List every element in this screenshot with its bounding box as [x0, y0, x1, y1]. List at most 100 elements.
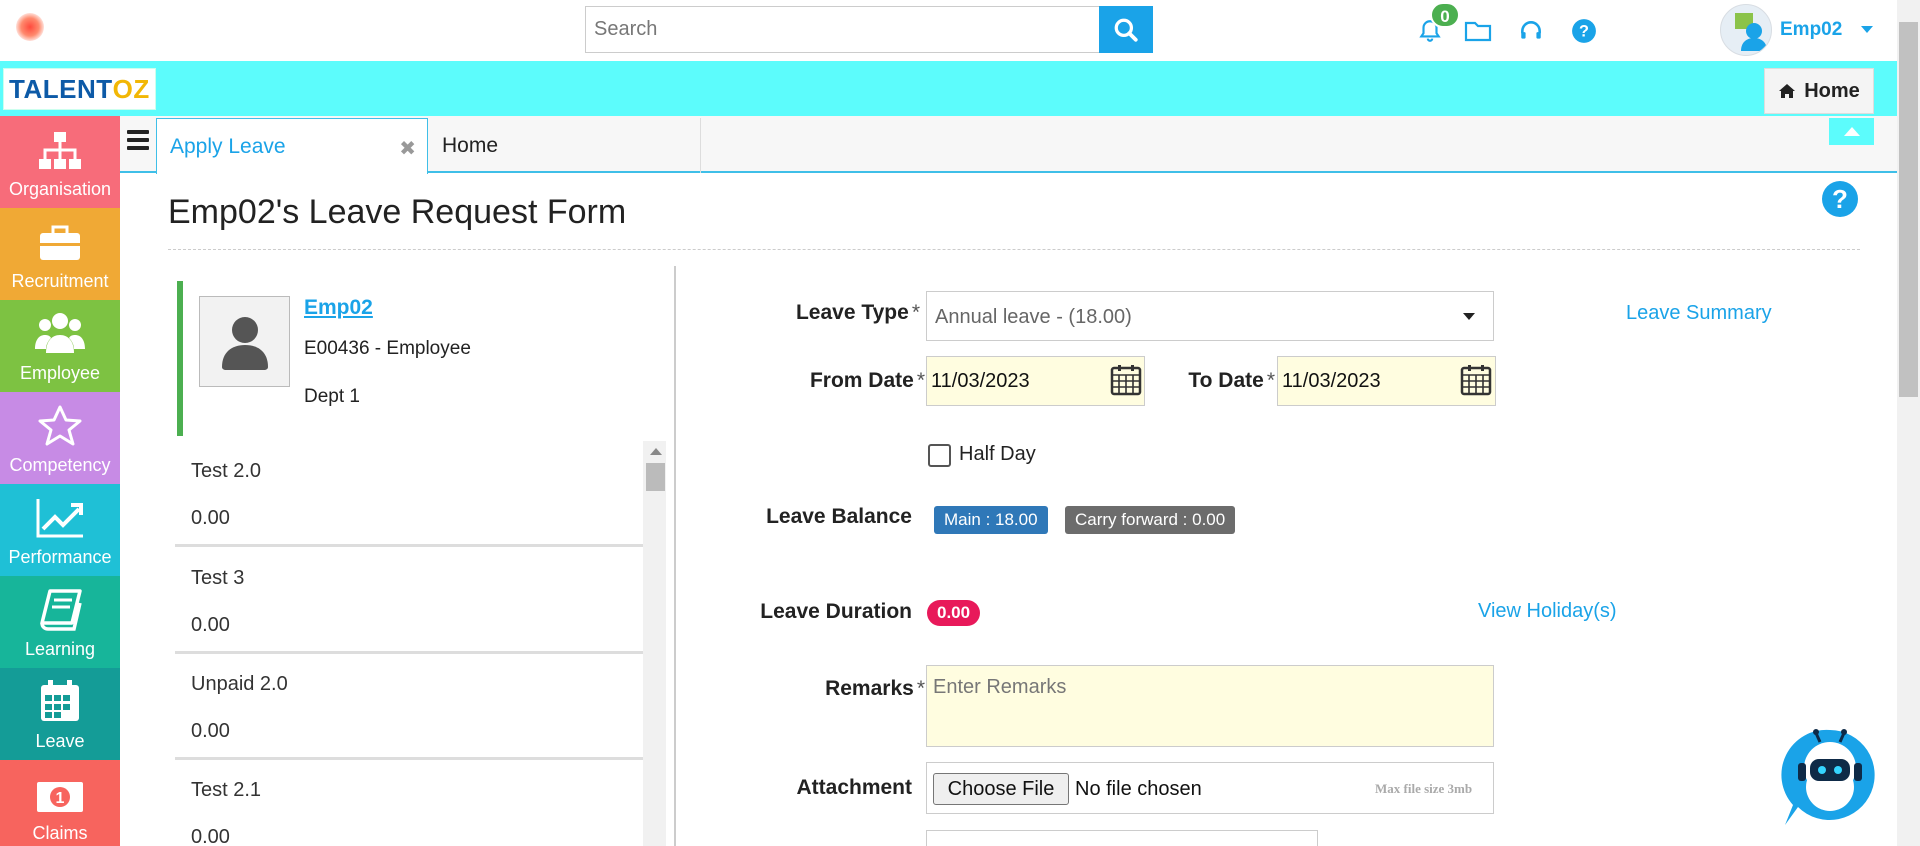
to-date-label: To Date *: [1140, 369, 1275, 393]
file-status: No file chosen: [1075, 778, 1202, 800]
search-icon: [1114, 18, 1138, 42]
chevron-down-icon[interactable]: [1463, 313, 1475, 320]
required-mark: *: [916, 677, 925, 700]
list-scrollbar-thumb[interactable]: [646, 463, 665, 491]
user-placeholder-icon: [222, 317, 268, 370]
main-balance-badge: Main : 18.00: [934, 506, 1048, 534]
money-icon: 1: [37, 782, 83, 812]
search-button[interactable]: [1099, 6, 1153, 53]
required-mark: *: [1266, 369, 1275, 392]
required-mark: *: [911, 301, 920, 324]
choose-file-button[interactable]: Choose File: [933, 773, 1069, 805]
tab-label: Home: [442, 134, 499, 157]
brand-bar: [0, 61, 1897, 116]
employee-name-link[interactable]: Emp02: [304, 296, 373, 320]
next-field[interactable]: [926, 830, 1318, 846]
sidebar: Organisation Recruitment Employee Compet…: [0, 116, 120, 846]
calendar-icon[interactable]: [1460, 364, 1492, 396]
balance-name: Test 3: [191, 567, 245, 589]
user-avatar[interactable]: [1720, 4, 1772, 56]
balance-value: 0.00: [191, 720, 230, 742]
sidebar-item-label: Leave: [35, 731, 85, 751]
calendar-icon[interactable]: [1110, 364, 1142, 396]
org-chart-icon: [39, 132, 81, 169]
leave-duration-badge: 0.00: [927, 600, 981, 626]
list-item: Test 3 0.00: [175, 548, 643, 654]
balance-value: 0.00: [191, 507, 230, 529]
hamburger-icon: [127, 130, 149, 134]
book-icon: [40, 589, 82, 631]
carry-forward-badge: Carry forward : 0.00: [1065, 506, 1236, 534]
hamburger-icon: [127, 146, 149, 150]
star-icon: [38, 405, 82, 446]
sidebar-item-label: Performance: [8, 547, 112, 567]
sidebar-item-claims[interactable]: 1 Claims: [0, 760, 120, 846]
headset-icon: [1521, 21, 1541, 39]
view-holidays-link[interactable]: View Holiday(s): [1478, 600, 1617, 623]
leave-type-label: Leave Type *: [770, 301, 920, 325]
svg-text:1: 1: [56, 790, 65, 807]
chart-line-icon: [36, 499, 83, 538]
max-file-size-hint: Max file size 3mb: [1375, 781, 1473, 796]
user-name[interactable]: Emp02: [1780, 19, 1842, 41]
hamburger-icon: [127, 138, 149, 142]
to-date-label-text: To Date: [1188, 369, 1264, 392]
balance-name: Test 2.1: [191, 779, 262, 801]
page-scrollbar-thumb[interactable]: [1899, 22, 1918, 397]
briefcase-icon: [40, 225, 80, 260]
list-scrollbar[interactable]: [643, 441, 666, 846]
remarks-textarea[interactable]: [926, 665, 1494, 747]
chatbot-button[interactable]: [1780, 725, 1880, 830]
brand-logo[interactable]: TALENT OZ: [3, 68, 156, 110]
sidebar-item-leave[interactable]: Leave: [0, 668, 120, 760]
title-divider: [168, 249, 1860, 250]
employee-photo: [199, 296, 290, 387]
collapse-header-button[interactable]: [1829, 118, 1874, 145]
tab-apply-leave[interactable]: Apply Leave ✖: [156, 118, 428, 174]
from-date-label-text: From Date: [809, 369, 914, 392]
robot-assistant-icon: [1781, 729, 1875, 825]
sidebar-item-performance[interactable]: Performance: [0, 484, 120, 576]
sidebar-item-employee[interactable]: Employee: [0, 300, 120, 392]
user-menu-caret-icon[interactable]: [1861, 26, 1873, 33]
balance-name: Test 2.0: [191, 460, 262, 482]
leave-summary-link[interactable]: Leave Summary: [1626, 302, 1772, 325]
sidebar-item-label: Competency: [9, 455, 111, 475]
help-button[interactable]: ?: [1569, 16, 1599, 46]
employee-dept: Dept 1: [304, 386, 360, 407]
brand-name: TALENT: [9, 73, 113, 104]
sidebar-item-learning[interactable]: Learning: [0, 576, 120, 668]
half-day-checkbox[interactable]: [928, 444, 951, 467]
half-day-label[interactable]: Half Day: [959, 443, 1036, 466]
leave-type-select[interactable]: Annual leave - (18.00): [926, 291, 1494, 341]
app-logo-icon: [16, 13, 44, 41]
home-button[interactable]: Home: [1764, 68, 1874, 114]
scroll-up-arrow-icon[interactable]: [650, 448, 662, 455]
tab-home[interactable]: Home: [429, 118, 701, 173]
balance-value: 0.00: [191, 826, 230, 846]
brand-name-suffix: OZ: [112, 73, 150, 104]
sidebar-item-recruitment[interactable]: Recruitment: [0, 208, 120, 300]
sidebar-item-organisation[interactable]: Organisation: [0, 116, 120, 208]
search-input[interactable]: [585, 6, 1100, 53]
remarks-label: Remarks *: [770, 677, 925, 701]
menu-toggle-button[interactable]: [127, 130, 149, 154]
svg-text:?: ?: [1579, 22, 1589, 40]
group-icon: [35, 313, 85, 353]
notification-count-badge: 0: [1430, 2, 1460, 28]
list-item: Test 2.0 0.00: [175, 441, 643, 547]
tab-label: Apply Leave: [170, 135, 286, 158]
leave-balance-list[interactable]: Test 2.0 0.00 Test 3 0.00 Unpaid 2.0 0.0…: [175, 441, 643, 846]
support-button[interactable]: [1516, 16, 1546, 46]
sidebar-item-label: Claims: [32, 823, 88, 843]
sidebar-item-competency[interactable]: Competency: [0, 392, 120, 484]
home-icon: [1779, 84, 1796, 98]
sidebar-item-label: Recruitment: [11, 271, 109, 291]
page-help-icon[interactable]: ?: [1822, 181, 1858, 217]
folder-button[interactable]: [1463, 16, 1493, 46]
leave-balance-label: Leave Balance: [766, 505, 912, 528]
calendar-icon: [41, 680, 79, 721]
home-button-label: Home: [1804, 79, 1860, 102]
page-title: Emp02's Leave Request Form: [168, 193, 627, 231]
close-tab-icon[interactable]: ✖: [399, 136, 416, 161]
